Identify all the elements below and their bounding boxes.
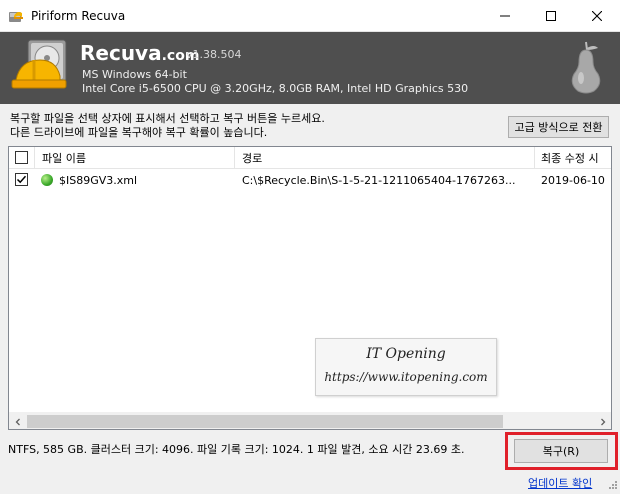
file-name-cell: $IS89GV3.xml — [59, 173, 138, 187]
table-row[interactable]: $IS89GV3.xml C:\$Recycle.Bin\S-1-5-21-12… — [9, 171, 611, 189]
maximize-icon — [546, 11, 556, 21]
title-bar: Piriform Recuva — [0, 0, 620, 32]
instruction-line-2: 다른 드라이브에 파일을 복구해야 복구 확률이 높습니다. — [10, 126, 268, 139]
scroll-right-button[interactable] — [594, 413, 611, 429]
scroll-thumb[interactable] — [27, 415, 503, 428]
window-title: Piriform Recuva — [31, 9, 126, 23]
scroll-left-button[interactable] — [9, 413, 26, 429]
scan-status-text: NTFS, 585 GB. 클러스터 크기: 4096. 파일 기록 크기: 1… — [8, 443, 465, 456]
check-update-link[interactable]: 업데이트 확인 — [528, 475, 592, 491]
recovery-state-green-icon — [41, 174, 53, 186]
app-header: Recuva.com v1.38.504 MS Windows 64-bit I… — [0, 32, 620, 104]
piriform-pear-icon — [571, 41, 601, 94]
column-separator — [534, 147, 535, 169]
chevron-left-icon — [15, 418, 20, 425]
watermark-title: IT Opening — [366, 346, 446, 362]
resize-grip-icon[interactable] — [606, 480, 618, 492]
recuva-app-icon — [9, 12, 23, 22]
minimize-button[interactable] — [482, 0, 528, 32]
brand-name: Recuva.com — [80, 41, 200, 65]
watermark: IT Opening https://www.itopening.com — [315, 338, 497, 396]
file-list[interactable]: 파일 이름 경로 최종 수정 시 $IS89GV3.xml C:\$Recycl… — [8, 146, 612, 430]
column-separator — [34, 147, 35, 169]
recover-button[interactable]: 복구(R) — [514, 439, 608, 463]
checkmark-icon — [16, 175, 27, 184]
status-cell — [41, 171, 57, 189]
close-button[interactable] — [574, 0, 620, 32]
chevron-right-icon — [600, 418, 605, 425]
select-all-checkbox[interactable] — [15, 151, 28, 164]
maximize-button[interactable] — [528, 0, 574, 32]
recuva-logo-icon — [11, 39, 67, 89]
instructions: 복구할 파일을 선택 상자에 표시해서 선택하고 복구 버튼을 누르세요. 다른… — [10, 112, 500, 140]
column-separator — [234, 147, 235, 169]
os-info: MS Windows 64-bit — [82, 68, 187, 81]
list-header: 파일 이름 경로 최종 수정 시 — [9, 147, 611, 169]
row-checkbox[interactable] — [15, 173, 28, 186]
instruction-line-1: 복구할 파일을 선택 상자에 표시해서 선택하고 복구 버튼을 누르세요. — [10, 112, 325, 125]
horizontal-scrollbar[interactable] — [9, 412, 611, 429]
minimize-icon — [500, 15, 510, 17]
column-header-filename[interactable]: 파일 이름 — [42, 147, 232, 169]
hardware-info: Intel Core i5-6500 CPU @ 3.20GHz, 8.0GB … — [82, 82, 469, 95]
file-path-cell: C:\$Recycle.Bin\S-1-5-21-1211065404-1767… — [242, 173, 516, 187]
version-label: v1.38.504 — [186, 48, 242, 61]
column-header-path[interactable]: 경로 — [242, 147, 532, 169]
close-icon — [592, 11, 602, 21]
column-header-modified[interactable]: 최종 수정 시 — [541, 147, 611, 169]
file-modified-cell: 2019-06-10 — [541, 173, 605, 187]
switch-advanced-mode-button[interactable]: 고급 방식으로 전환 — [508, 116, 609, 138]
watermark-url: https://www.itopening.com — [324, 370, 488, 384]
